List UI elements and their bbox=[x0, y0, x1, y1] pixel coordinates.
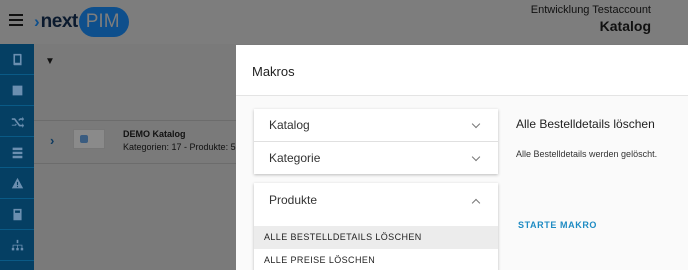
accordion-katalog[interactable]: Katalog bbox=[254, 109, 498, 141]
list-icon bbox=[12, 85, 22, 95]
macro-item-delete-prices[interactable]: ALLE PREISE LÖSCHEN bbox=[254, 249, 498, 270]
macro-detail-description: Alle Bestelldetails werden gelöscht. bbox=[516, 149, 658, 159]
dialog-body: Katalog Kategorie Produkte ALLE BESTELLD… bbox=[236, 96, 688, 270]
macros-dialog: Makros Katalog Kategorie Produkte ALLE B… bbox=[236, 45, 688, 270]
chevron-down-icon bbox=[471, 119, 481, 129]
sidebar-item-hierarchy[interactable] bbox=[0, 230, 34, 261]
catalog-subtitle: Kategorien: 17 - Produkte: 5 bbox=[123, 142, 236, 152]
accordion-kategorie[interactable]: Kategorie bbox=[254, 142, 498, 174]
expand-chevron-icon[interactable]: › bbox=[50, 133, 54, 148]
chevron-down-icon bbox=[471, 152, 481, 162]
filter-icon[interactable]: ▼ bbox=[45, 56, 55, 67]
logo-chevron-icon: › bbox=[34, 12, 40, 31]
catalog-title: DEMO Katalog bbox=[123, 129, 186, 139]
shuffle-icon bbox=[11, 116, 24, 128]
top-app-bar: › next PIM Entwicklung Testaccount Katal… bbox=[0, 0, 688, 44]
nextpim-logo[interactable]: › next PIM bbox=[34, 4, 129, 40]
accordion-label: Produkte bbox=[269, 193, 318, 207]
logo-prefix: next bbox=[40, 11, 79, 32]
sidebar-nav bbox=[0, 44, 34, 270]
server-icon bbox=[12, 147, 22, 158]
hierarchy-icon bbox=[11, 239, 23, 250]
sidebar-item-warning[interactable] bbox=[0, 168, 34, 199]
warning-icon bbox=[11, 177, 23, 188]
sidebar-item-catalog[interactable] bbox=[0, 44, 34, 75]
sidebar-item-calculator[interactable] bbox=[0, 199, 34, 230]
sidebar-item-shuffle[interactable] bbox=[0, 106, 34, 137]
accordion-group-top: Katalog Kategorie bbox=[254, 109, 498, 174]
accordion-label: Kategorie bbox=[269, 151, 321, 165]
menu-icon[interactable] bbox=[9, 14, 23, 26]
start-macro-button[interactable]: STARTE MAKRO bbox=[518, 220, 597, 230]
accordion-label: Katalog bbox=[269, 118, 310, 132]
catalog-thumbnail bbox=[73, 129, 105, 149]
macro-detail-title: Alle Bestelldetails löschen bbox=[516, 117, 655, 131]
macro-item-delete-order-details[interactable]: ALLE BESTELLDETAILS LÖSCHEN bbox=[254, 226, 498, 249]
sidebar-item-server[interactable] bbox=[0, 137, 34, 168]
book-icon bbox=[12, 53, 22, 65]
chevron-up-icon bbox=[471, 198, 481, 208]
account-name: Entwicklung Testaccount bbox=[530, 4, 651, 16]
accordion-produkte[interactable]: Produkte bbox=[254, 183, 498, 225]
macro-list: ALLE BESTELLDETAILS LÖSCHEN ALLE PREISE … bbox=[254, 225, 498, 270]
calculator-icon bbox=[12, 208, 22, 220]
sidebar-item-list[interactable] bbox=[0, 75, 34, 106]
dialog-title: Makros bbox=[252, 64, 295, 79]
account-info: Entwicklung Testaccount Katalog bbox=[531, 4, 651, 34]
page-title: Katalog bbox=[599, 18, 651, 34]
logo-suffix: PIM bbox=[78, 7, 129, 37]
accordion-produkte-panel: Produkte ALLE BESTELLDETAILS LÖSCHEN ALL… bbox=[254, 183, 498, 270]
